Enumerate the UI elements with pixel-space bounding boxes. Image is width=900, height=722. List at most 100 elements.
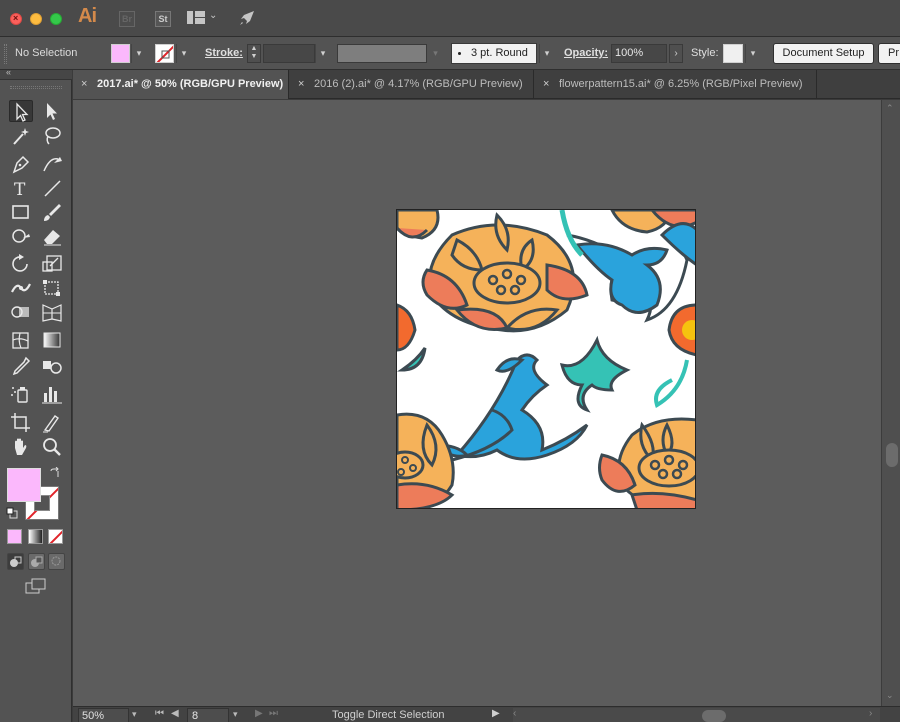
- free-transform-tool[interactable]: [40, 277, 64, 299]
- bridge-button[interactable]: Br: [119, 11, 135, 27]
- status-bar: 50% ▾ ⏮ ◀ 8 ▾ ▶ ⏭ Toggle Direct Selectio…: [73, 706, 900, 722]
- stroke-weight-input[interactable]: [263, 44, 315, 63]
- graphic-style-swatch[interactable]: [723, 44, 743, 63]
- gradient-tool[interactable]: [40, 329, 64, 351]
- draw-behind-button[interactable]: [28, 553, 45, 570]
- draw-normal-button[interactable]: [7, 553, 24, 570]
- tools-grip[interactable]: [10, 86, 62, 89]
- artboard-tool[interactable]: [9, 411, 33, 433]
- artboard[interactable]: [396, 209, 696, 509]
- slice-tool[interactable]: [40, 411, 64, 433]
- brush-dropdown-icon[interactable]: ▾: [539, 44, 554, 63]
- magic-wand-tool[interactable]: [9, 125, 33, 147]
- vertical-scroll-thumb[interactable]: [886, 443, 898, 467]
- width-tool[interactable]: [9, 277, 33, 299]
- variable-width-dropdown-icon[interactable]: ▾: [428, 44, 443, 63]
- gpu-performance-rocket-icon[interactable]: [238, 9, 256, 27]
- perspective-grid-tool[interactable]: [40, 301, 64, 323]
- eyedropper-tool[interactable]: [9, 355, 33, 377]
- column-graph-tool[interactable]: [40, 383, 64, 405]
- round-brush-icon: [458, 51, 461, 55]
- workspace-switcher-icon[interactable]: [187, 11, 205, 24]
- stroke-weight-stepper[interactable]: ▲ ▼: [247, 44, 261, 63]
- paintbrush-tool[interactable]: [40, 201, 64, 223]
- window-minimize-button[interactable]: [30, 13, 42, 25]
- none-mode-button[interactable]: [48, 529, 63, 544]
- draw-inside-button[interactable]: [48, 553, 65, 570]
- status-menu-arrow-icon[interactable]: ▶: [492, 708, 500, 719]
- collapse-icon[interactable]: «: [6, 67, 11, 77]
- next-artboard-icon[interactable]: ▶: [255, 708, 263, 719]
- brush-definition-select[interactable]: 3 pt. Round: [451, 43, 537, 64]
- direct-selection-tool[interactable]: [40, 100, 64, 122]
- status-text: Toggle Direct Selection: [332, 709, 445, 721]
- eraser-tool[interactable]: [40, 225, 64, 247]
- variable-width-profile[interactable]: [337, 44, 427, 63]
- zoom-level-input[interactable]: 50%: [78, 708, 129, 722]
- window-zoom-button[interactable]: [50, 13, 62, 25]
- panel-grip[interactable]: [4, 44, 7, 64]
- stock-button[interactable]: St: [155, 11, 171, 27]
- rectangle-tool[interactable]: [9, 201, 33, 223]
- zoom-tool[interactable]: [40, 436, 64, 458]
- close-icon[interactable]: ×: [298, 70, 308, 99]
- scroll-up-icon[interactable]: ⌃: [886, 103, 894, 114]
- window-close-button[interactable]: ×: [10, 13, 22, 25]
- selection-status: No Selection: [15, 47, 78, 59]
- fill-dropdown-chevron-icon[interactable]: ▾: [131, 44, 146, 63]
- fill-color-box[interactable]: [7, 468, 41, 502]
- vertical-scrollbar[interactable]: ⌃ ⌄: [881, 100, 900, 706]
- previous-artboard-icon[interactable]: ◀: [171, 708, 179, 719]
- lasso-tool[interactable]: [40, 125, 64, 147]
- document-setup-button[interactable]: Document Setup: [773, 43, 874, 64]
- opacity-input[interactable]: 100%: [611, 44, 667, 63]
- opacity-slider-arrow-icon[interactable]: ›: [669, 44, 683, 63]
- first-artboard-icon[interactable]: ⏮: [155, 708, 164, 719]
- tab-2017-ai[interactable]: × 2017.ai* @ 50% (RGB/GPU Preview): [73, 70, 289, 99]
- tab-flowerpattern15-ai[interactable]: × flowerpattern15.ai* @ 6.25% (RGB/Pixel …: [535, 70, 817, 99]
- last-artboard-icon[interactable]: ⏭: [269, 708, 278, 719]
- fill-color-swatch[interactable]: [111, 44, 130, 63]
- chevron-down-icon[interactable]: ⌄: [209, 10, 217, 21]
- zoom-dropdown-icon[interactable]: ▾: [132, 709, 137, 720]
- scroll-down-icon[interactable]: ⌄: [886, 690, 894, 701]
- stroke-weight-dropdown-icon[interactable]: ▾: [315, 44, 330, 63]
- control-panel: No Selection ▾ ▾ Stroke: ▲ ▼ ▾ ▾ 3 pt. Ro…: [0, 37, 900, 70]
- rotate-tool[interactable]: [9, 253, 33, 275]
- type-tool[interactable]: T: [9, 177, 33, 200]
- scale-tool[interactable]: [40, 253, 64, 275]
- blend-tool[interactable]: [40, 355, 64, 377]
- screen-mode-icon[interactable]: [25, 578, 47, 594]
- stroke-panel-link[interactable]: Stroke:: [205, 47, 243, 59]
- default-fill-stroke-icon[interactable]: [6, 507, 18, 519]
- swap-fill-stroke-icon[interactable]: [49, 466, 61, 479]
- pen-tool[interactable]: [9, 153, 33, 175]
- symbol-sprayer-tool[interactable]: [9, 383, 33, 405]
- document-canvas[interactable]: [73, 100, 881, 706]
- close-icon[interactable]: ×: [543, 70, 553, 99]
- gradient-mode-button[interactable]: [28, 529, 43, 544]
- curvature-tool[interactable]: [40, 153, 64, 175]
- hand-tool[interactable]: [9, 436, 33, 458]
- artboard-number-input[interactable]: 8: [187, 708, 229, 722]
- stroke-dropdown-chevron-icon[interactable]: ▾: [176, 44, 191, 63]
- shaper-tool[interactable]: [9, 225, 33, 247]
- horizontal-scrollbar[interactable]: ‹ ›: [513, 708, 880, 722]
- color-mode-button[interactable]: [7, 529, 22, 544]
- line-segment-tool[interactable]: [40, 177, 64, 199]
- illustrator-logo: Ai: [78, 5, 97, 27]
- horizontal-scroll-thumb[interactable]: [702, 710, 726, 722]
- opacity-panel-link[interactable]: Opacity:: [564, 47, 608, 59]
- artboard-dropdown-icon[interactable]: ▾: [233, 709, 238, 720]
- preferences-button[interactable]: Pr: [878, 43, 900, 64]
- style-dropdown-icon[interactable]: ▾: [745, 44, 760, 63]
- selection-tool[interactable]: [9, 100, 33, 122]
- tab-2016-2-ai[interactable]: × 2016 (2).ai* @ 4.17% (RGB/GPU Preview): [290, 70, 534, 99]
- scroll-right-icon[interactable]: ›: [869, 708, 872, 719]
- scroll-left-icon[interactable]: ‹: [513, 708, 516, 719]
- stroke-color-swatch[interactable]: [155, 44, 174, 63]
- mesh-tool[interactable]: [9, 329, 33, 351]
- flower-pattern-artwork: [397, 210, 695, 508]
- close-icon[interactable]: ×: [81, 70, 91, 99]
- shape-builder-tool[interactable]: [9, 301, 33, 323]
